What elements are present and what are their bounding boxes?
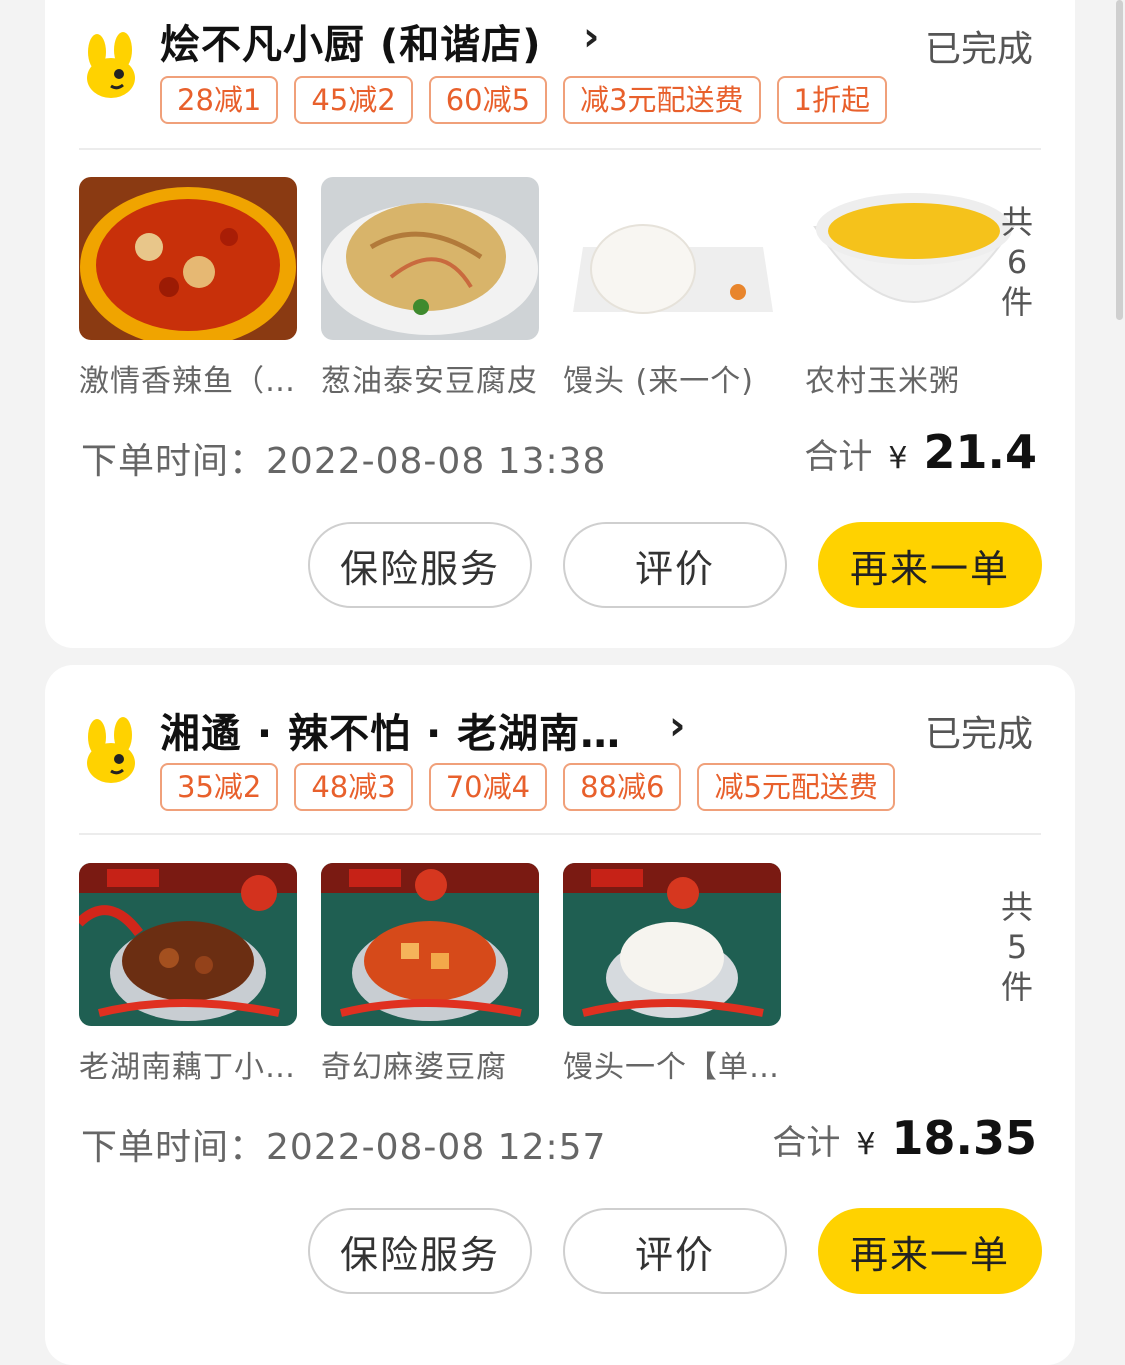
reorder-button[interactable]: 再来一单 [818,1208,1042,1294]
dish-photo-steamed-bun [563,863,781,1026]
promo-tag: 1折起 [776,76,887,124]
order-card[interactable]: 湘遹 · 辣不怕 · 老湖南… › 已完成 35减2 48减3 70减4 88减… [45,665,1075,1365]
dish-name: 葱油泰安豆腐皮 [321,364,538,399]
order-item[interactable]: 激情香辣鱼（… [79,177,297,400]
dish-photo-steamed-bun [563,177,781,340]
dish-photo-lotus-root-chicken [75,863,297,1026]
promo-tag: 35减2 [160,763,279,811]
order-time: 下单时间：2022-08-08 13:38 [81,441,607,482]
order-status: 已完成 [924,29,1033,70]
item-count: 共 6 件 [1000,203,1033,321]
reorder-button[interactable]: 再来一单 [818,522,1042,608]
shop-logo-icon [87,32,135,98]
insurance-button[interactable]: 保险服务 [308,522,532,608]
shop-logo-icon [87,717,135,783]
shop-name[interactable]: 烩不凡小厨 (和谐店) [160,12,542,70]
order-item[interactable]: 馒头 (来一个) [563,177,781,400]
order-time: 下单时间：2022-08-08 12:57 [81,1127,607,1168]
shop-name[interactable]: 湘遹 · 辣不怕 · 老湖南… [160,701,621,759]
dish-name: 激情香辣鱼（… [79,364,296,399]
promo-tags: 35减2 48减3 70减4 88减6 减5元配送费 [160,763,895,811]
chevron-right-icon[interactable]: › [669,703,685,749]
dish-name: 农村玉米粥 [805,364,960,399]
scrollbar[interactable] [1116,0,1123,320]
divider [79,833,1041,835]
promo-tag: 减3元配送费 [563,76,761,124]
dish-name: 奇幻麻婆豆腐 [321,1050,507,1085]
promo-tag: 45减2 [294,76,413,124]
dish-photo-corn-porridge [805,177,1023,340]
promo-tag: 88减6 [563,763,682,811]
dish-name: 老湖南藕丁小… [79,1050,296,1085]
promo-tag: 28减1 [160,76,279,124]
review-button[interactable]: 评价 [563,522,787,608]
chevron-right-icon[interactable]: › [583,14,599,60]
dish-photo-spicy-fish [79,177,297,347]
dish-photo-mapo-tofu [321,863,539,1026]
order-item[interactable]: 农村玉米粥 [805,177,1023,400]
item-count: 共 5 件 [1000,888,1033,1006]
order-item[interactable]: 馒头一个【单… [563,863,781,1086]
dish-name: 馒头一个【单… [563,1050,780,1085]
promo-tag: 减5元配送费 [697,763,895,811]
order-card[interactable]: 烩不凡小厨 (和谐店) › 已完成 28减1 45减2 60减5 减3元配送费 … [45,0,1075,648]
order-item[interactable]: 葱油泰安豆腐皮 [321,177,539,400]
dish-name: 馒头 (来一个) [563,364,754,399]
promo-tags: 28减1 45减2 60减5 减3元配送费 1折起 [160,76,887,124]
order-item[interactable]: 奇幻麻婆豆腐 [321,863,539,1086]
order-total: 合计 ¥ 18.35 [772,1111,1037,1165]
order-status: 已完成 [924,714,1033,755]
promo-tag: 48减3 [294,763,413,811]
order-item[interactable]: 老湖南藕丁小… [75,863,297,1086]
divider [79,148,1041,150]
promo-tag: 70减4 [428,763,548,811]
insurance-button[interactable]: 保险服务 [308,1208,532,1294]
promo-tag: 60减5 [428,76,548,124]
review-button[interactable]: 评价 [563,1208,787,1294]
dish-photo-tofu-skin [321,177,539,340]
order-total: 合计 ¥ 21.4 [804,425,1037,479]
